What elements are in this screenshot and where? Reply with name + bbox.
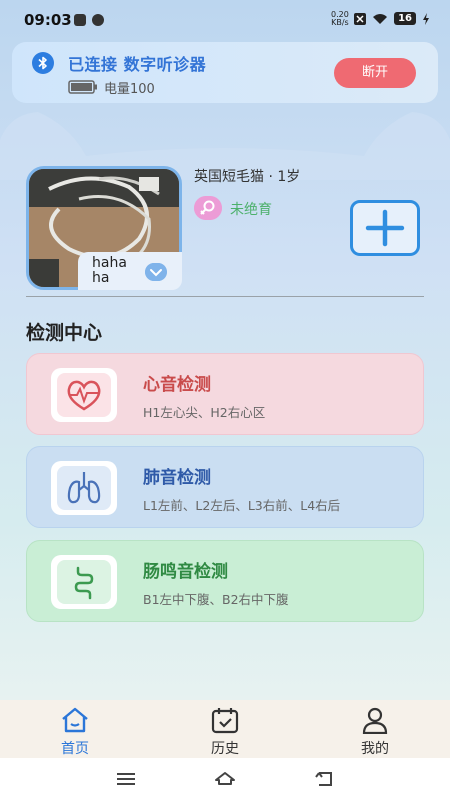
device-battery-label: 电量100 [104, 82, 155, 97]
network-speed-unit: KB/s [331, 18, 349, 27]
nav-label: 首页 [61, 741, 89, 757]
card-icon-box [51, 368, 117, 422]
status-time: 09:03 [24, 11, 72, 29]
charging-icon [423, 12, 429, 25]
card-icon-box [51, 461, 117, 515]
card-title: 肺音检测 [143, 468, 211, 488]
add-pet-button[interactable] [350, 200, 420, 256]
divider [26, 296, 424, 297]
card-desc: H1左心尖、H2右心区 [143, 405, 266, 420]
lungs-icon [57, 466, 111, 510]
card-icon-box [51, 555, 117, 609]
chevron-down-icon[interactable] [145, 263, 167, 281]
bluetooth-icon [32, 52, 54, 74]
nav-home[interactable]: 首页 [45, 704, 105, 757]
card-desc: B1左中下腹、B2右中下腹 [143, 592, 289, 607]
lung-sound-card[interactable]: 肺音检测 L1左前、L2左后、L3右前、L4右后 [26, 446, 424, 528]
nav-history[interactable]: 历史 [195, 704, 255, 757]
female-icon [194, 196, 222, 220]
heart-pulse-icon [57, 373, 111, 417]
nav-profile[interactable]: 我的 [345, 704, 405, 757]
wifi-icon [373, 13, 388, 24]
battery-indicator: 16 [394, 12, 416, 25]
notification-icon [74, 14, 86, 26]
nav-label: 历史 [211, 741, 239, 757]
disconnect-button[interactable]: 断开 [334, 58, 416, 88]
connection-status: 已连接 数字听诊器 [68, 55, 207, 74]
close-box-icon [354, 12, 367, 25]
intestine-icon [57, 560, 111, 604]
notification-icon [92, 14, 104, 26]
section-title: 检测中心 [26, 322, 103, 344]
status-bar: 09:03 0.20 KB/s 16 [0, 0, 450, 40]
network-speed: 0.20 KB/s [331, 11, 349, 27]
device-connection-card: 已连接 数字听诊器 电量100 断开 [12, 42, 438, 103]
pet-name: hahaha [92, 255, 127, 286]
pet-breed-age: 英国短毛猫 · 1岁 [194, 169, 301, 185]
bottom-navigation: 首页 历史 我的 [0, 700, 450, 758]
system-navigation-bar [0, 758, 450, 800]
card-title: 心音检测 [143, 375, 211, 395]
card-title: 肠鸣音检测 [143, 562, 228, 582]
bowel-sound-card[interactable]: 肠鸣音检测 B1左中下腹、B2右中下腹 [26, 540, 424, 622]
neuter-status: 未绝育 [230, 202, 272, 218]
card-desc: L1左前、L2左后、L3右前、L4右后 [143, 498, 341, 513]
heart-sound-card[interactable]: 心音检测 H1左心尖、H2右心区 [26, 353, 424, 435]
nav-label: 我的 [361, 741, 389, 757]
device-battery-icon [68, 80, 97, 94]
home-button-icon[interactable] [213, 768, 237, 790]
back-icon[interactable] [313, 768, 337, 790]
status-right-group: 16 [354, 12, 430, 25]
user-icon [362, 707, 388, 734]
menu-icon[interactable] [114, 768, 138, 790]
calendar-check-icon [211, 708, 239, 734]
home-icon [62, 707, 88, 733]
